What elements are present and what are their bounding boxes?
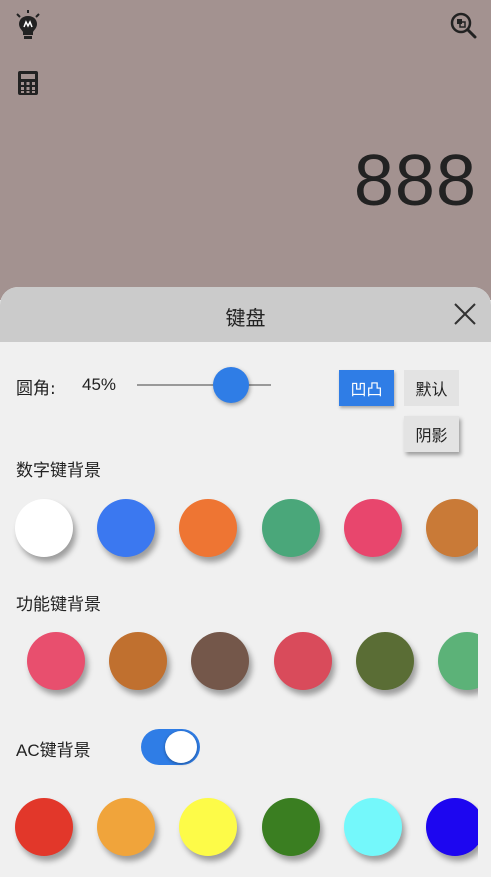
shadow-button[interactable]: 阴影 xyxy=(404,416,459,452)
display-value: 888 xyxy=(353,141,477,221)
ac-color-row xyxy=(0,792,491,872)
func-bg-label: 功能键背景 xyxy=(16,595,101,615)
toggle-knob[interactable] xyxy=(165,731,197,763)
func-color-row xyxy=(0,625,491,705)
digit-color-swatch[interactable] xyxy=(344,499,402,557)
radius-slider[interactable] xyxy=(137,384,271,386)
radius-label: 圆角: xyxy=(16,379,56,399)
calculator-icon[interactable] xyxy=(17,70,39,96)
func-color-swatch[interactable] xyxy=(438,632,478,690)
sheet-title: 键盘 xyxy=(225,306,266,330)
digit-color-row xyxy=(0,490,491,570)
close-icon[interactable] xyxy=(452,301,478,327)
calculator-screen: 888 xyxy=(0,0,491,300)
ac-color-swatch[interactable] xyxy=(426,798,478,856)
ac-color-swatch[interactable] xyxy=(179,798,237,856)
ac-color-swatch[interactable] xyxy=(97,798,155,856)
digit-color-swatch[interactable] xyxy=(262,499,320,557)
ac-color-swatch[interactable] xyxy=(262,798,320,856)
digit-color-swatch[interactable] xyxy=(15,499,73,557)
func-color-swatch[interactable] xyxy=(356,632,414,690)
func-color-swatch[interactable] xyxy=(27,632,85,690)
digit-color-swatch[interactable] xyxy=(179,499,237,557)
func-color-swatch[interactable] xyxy=(109,632,167,690)
ac-color-swatch[interactable] xyxy=(344,798,402,856)
ac-bg-toggle[interactable] xyxy=(141,729,200,765)
sheet-header: 键盘 xyxy=(0,287,491,342)
digit-color-swatch[interactable] xyxy=(97,499,155,557)
lightbulb-icon[interactable] xyxy=(14,10,42,40)
ac-color-swatch[interactable] xyxy=(15,798,73,856)
zoom-icon[interactable] xyxy=(449,11,477,39)
func-color-swatch[interactable] xyxy=(274,632,332,690)
digit-bg-label: 数字键背景 xyxy=(16,461,101,481)
ac-bg-label: AC键背景 xyxy=(16,741,91,760)
digit-color-swatch[interactable] xyxy=(426,499,478,557)
radius-value: 45% xyxy=(82,375,117,394)
radius-slider-thumb[interactable] xyxy=(212,367,249,403)
default-button[interactable]: 默认 xyxy=(404,370,459,406)
emboss-button[interactable]: 凹凸 xyxy=(339,370,394,406)
func-color-swatch[interactable] xyxy=(191,632,249,690)
